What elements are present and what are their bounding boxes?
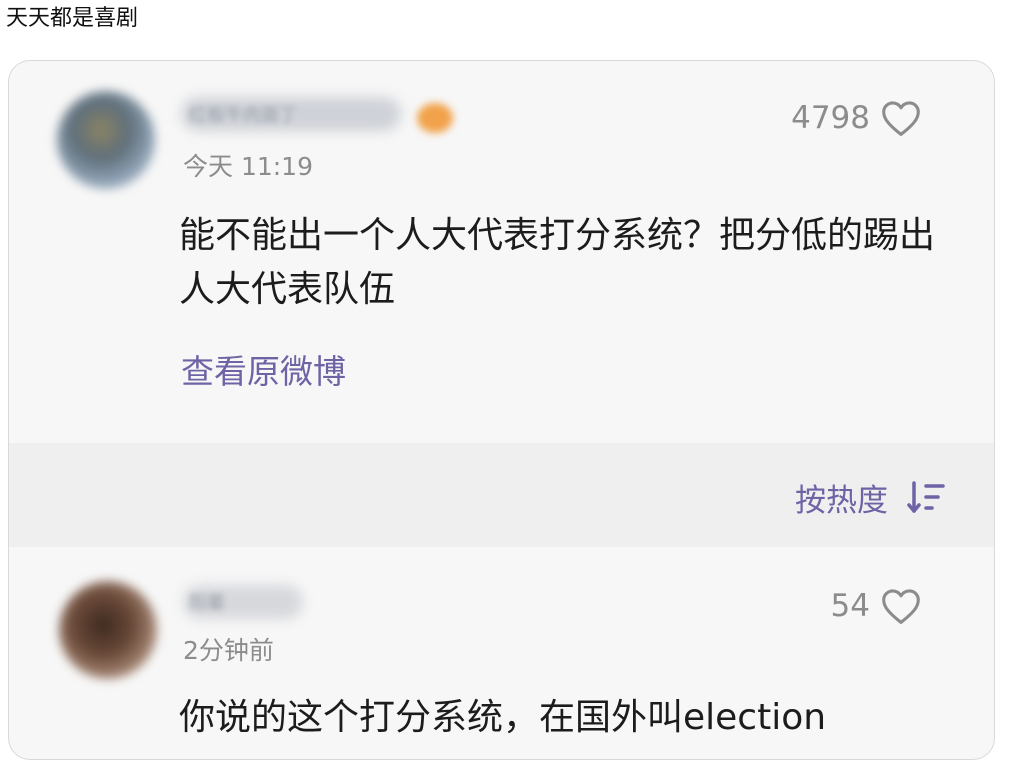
comment-text: 你说的这个打分系统，在国外叫election (179, 697, 827, 738)
heart-icon[interactable] (880, 99, 922, 137)
comment-item: 红板牛肉面丁 今天 11:19 4798 能不能出一个人大代表打分系统？把分低的… (9, 61, 994, 443)
comments-card: 红板牛肉面丁 今天 11:19 4798 能不能出一个人大代表打分系统？把分低的… (8, 60, 995, 760)
comment-text: 能不能出一个人大代表打分系统？把分低的踢出人大代表队伍 (179, 215, 936, 310)
username[interactable]: 红板牛肉面丁 (189, 101, 297, 127)
avatar[interactable] (57, 91, 155, 189)
heart-icon[interactable] (880, 587, 922, 625)
sort-bar: 按热度 (9, 443, 994, 547)
username[interactable]: 阳蓁 (189, 589, 225, 615)
like-button[interactable]: 54 (831, 587, 922, 625)
sort-label: 按热度 (795, 483, 888, 519)
sort-descending-icon (906, 480, 946, 516)
avatar[interactable] (59, 581, 157, 679)
sort-by-hot-button[interactable]: 按热度 (795, 475, 946, 520)
view-original-link[interactable]: 查看原微博 (181, 345, 346, 393)
vip-badge-icon (417, 103, 453, 133)
timestamp: 今天 11:19 (183, 152, 313, 181)
like-count: 54 (830, 588, 870, 624)
like-button[interactable]: 4798 (791, 99, 922, 137)
timestamp: 2分钟前 (183, 636, 274, 665)
post-title: 天天都是喜剧 (6, 6, 139, 31)
like-count: 4798 (791, 100, 870, 136)
